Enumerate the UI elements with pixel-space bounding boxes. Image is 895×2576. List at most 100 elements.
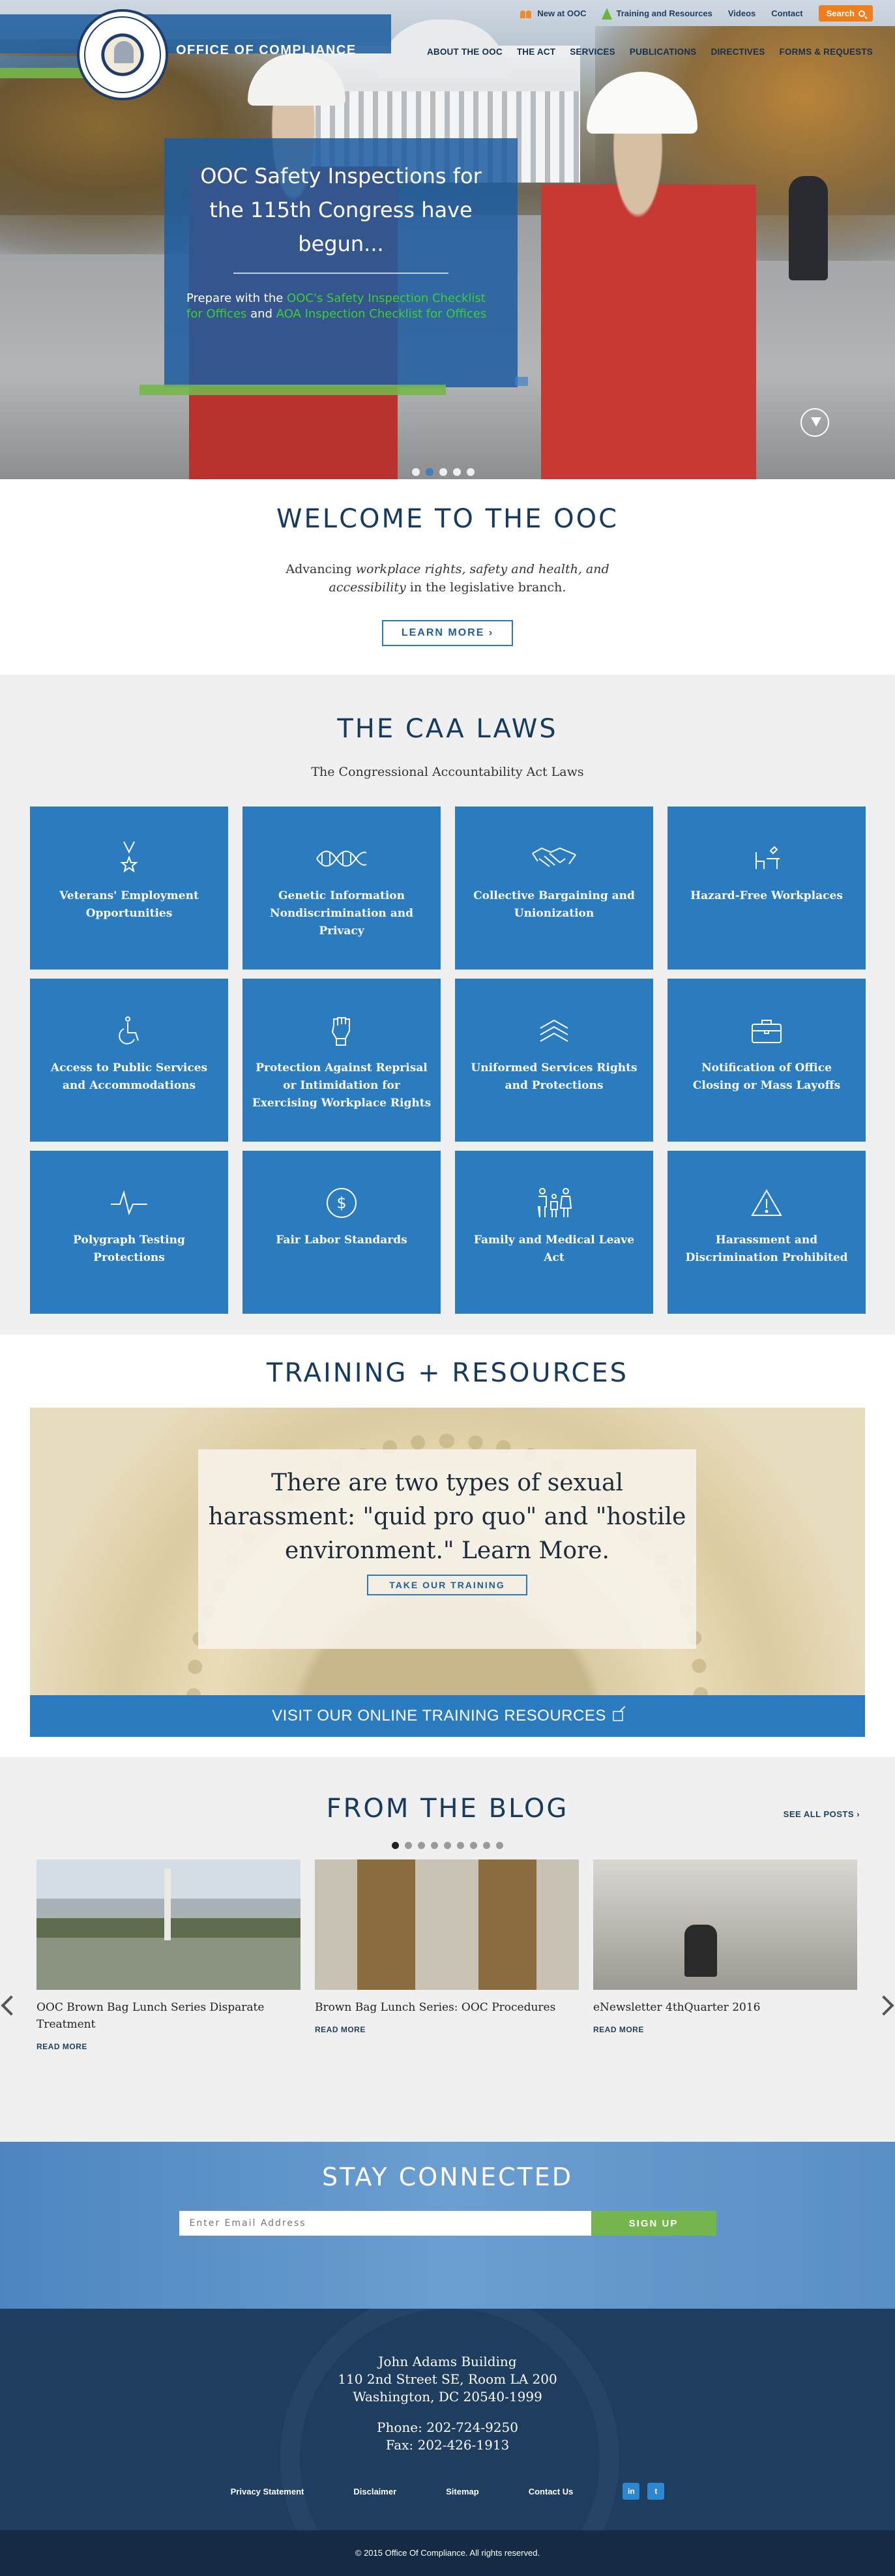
take-training-button[interactable]: TAKE OUR TRAINING: [367, 1575, 527, 1595]
search-icon: [858, 10, 865, 17]
utility-new-at-ooc[interactable]: New at OOC: [519, 8, 586, 18]
blog-carousel-dot[interactable]: [431, 1842, 438, 1849]
site-title[interactable]: OFFICE OF COMPLIANCE: [176, 43, 357, 58]
law-tile-fair-labor[interactable]: $ Fair Labor Standards: [242, 1151, 441, 1314]
nav-forms-requests[interactable]: FORMS & REQUESTS: [780, 47, 873, 57]
law-label: Protection Against Reprisal or Intimidat…: [252, 1061, 432, 1110]
post-thumbnail-mall[interactable]: [37, 1859, 301, 1990]
see-all-posts-link[interactable]: SEE ALL POSTS ›: [784, 1809, 860, 1819]
law-tile-polygraph[interactable]: Polygraph Testing Protections: [30, 1151, 228, 1314]
law-tile-fmla[interactable]: Family and Medical Leave Act: [455, 1151, 653, 1314]
desk-chair-icon: [752, 840, 781, 877]
post-thumbnail-hallway[interactable]: [593, 1859, 857, 1990]
email-field[interactable]: [179, 2211, 591, 2236]
nav-publications[interactable]: PUBLICATIONS: [630, 47, 697, 57]
external-link-icon: [612, 1711, 623, 1721]
law-label: Veterans' Employment Opportunities: [59, 889, 199, 920]
welcome-title: WELCOME TO THE OOC: [276, 504, 619, 534]
slider-dots: [412, 468, 475, 476]
read-more-link[interactable]: READ MORE: [37, 2042, 301, 2051]
slider-dot[interactable]: [412, 468, 420, 476]
family-icon: [535, 1185, 574, 1221]
utility-contact[interactable]: Contact: [771, 8, 802, 18]
caa-laws-section: THE CAA LAWS The Congressional Accountab…: [0, 675, 895, 1335]
law-label: Fair Labor Standards: [276, 1234, 407, 1247]
welcome-tagline: Advancing workplace rights, safety and h…: [265, 560, 630, 597]
law-tile-genetic[interactable]: Genetic Information Nondiscrimination an…: [242, 807, 441, 970]
blog-posts: OOC Brown Bag Lunch Series Disparate Tre…: [37, 1859, 895, 2051]
social-links: in t: [623, 2483, 665, 2500]
law-tile-harassment[interactable]: Harassment and Discrimination Prohibited: [668, 1151, 866, 1314]
blog-section: FROM THE BLOG SEE ALL POSTS › OOC Brown …: [0, 1757, 895, 2142]
nav-services[interactable]: SERVICES: [570, 47, 615, 57]
hero-body: Prepare with the OOC's Safety Inspection…: [186, 291, 495, 322]
law-label: Notification of Office Closing or Mass L…: [692, 1061, 841, 1092]
tagline-text: Advancing: [286, 562, 356, 576]
blog-post: OOC Brown Bag Lunch Series Disparate Tre…: [37, 1859, 301, 2051]
wheelchair-icon: [116, 1013, 142, 1049]
hero-body-text: and: [246, 307, 276, 321]
training-section: TRAINING + RESOURCES There are two types…: [0, 1335, 895, 1757]
linkedin-icon[interactable]: in: [623, 2483, 640, 2500]
blog-carousel-dots: [0, 1842, 895, 1849]
nav-the-act[interactable]: THE ACT: [517, 47, 555, 57]
post-title[interactable]: eNewsletter 4thQuarter 2016: [593, 1999, 857, 2016]
post-title[interactable]: Brown Bag Lunch Series: OOC Procedures: [315, 1999, 579, 2016]
learn-more-button[interactable]: LEARN MORE ›: [381, 620, 514, 646]
raised-fist-icon: [329, 1013, 355, 1049]
law-tile-office-closing[interactable]: Notification of Office Closing or Mass L…: [668, 979, 866, 1142]
visit-label: VISIT OUR ONLINE TRAINING RESOURCES: [272, 1707, 606, 1725]
law-label: Harassment and Discrimination Prohibited: [685, 1234, 848, 1264]
slider-dot[interactable]: [426, 468, 433, 476]
utility-videos[interactable]: Videos: [728, 8, 756, 18]
see-all-label: SEE ALL POSTS: [783, 1809, 855, 1819]
visit-training-resources-link[interactable]: VISIT OUR ONLINE TRAINING RESOURCES: [30, 1695, 865, 1737]
hero-card-green-accent: [139, 385, 446, 395]
signup-button[interactable]: SIGN UP: [591, 2211, 716, 2236]
utility-label: Contact: [771, 8, 803, 18]
slider-dot[interactable]: [439, 468, 447, 476]
blog-carousel-dot[interactable]: [405, 1842, 412, 1849]
blog-post: eNewsletter 4thQuarter 2016 READ MORE: [593, 1859, 857, 2051]
post-title[interactable]: OOC Brown Bag Lunch Series Disparate Tre…: [37, 1999, 301, 2033]
law-tile-reprisal[interactable]: Protection Against Reprisal or Intimidat…: [242, 979, 441, 1142]
law-tile-collective-bargaining[interactable]: Collective Bargaining and Unionization: [455, 807, 653, 970]
training-card: There are two types of sexual harassment…: [198, 1449, 696, 1649]
warning-triangle-icon: [750, 1185, 783, 1221]
hero-divider: [233, 273, 448, 274]
slider-toggle-icon[interactable]: [800, 408, 829, 437]
law-tile-veterans[interactable]: Veterans' Employment Opportunities: [30, 807, 228, 970]
law-label: Family and Medical Leave Act: [473, 1234, 635, 1264]
search-label: Search: [826, 8, 855, 18]
dollar-circle-icon: $: [325, 1185, 358, 1221]
read-more-link[interactable]: READ MORE: [315, 2025, 579, 2034]
post-thumbnail-doors[interactable]: [315, 1859, 579, 1990]
law-tile-uniformed[interactable]: Uniformed Services Rights and Protection…: [455, 979, 653, 1142]
utility-training-resources[interactable]: Training and Resources: [602, 7, 712, 20]
twitter-icon[interactable]: t: [647, 2483, 665, 2500]
blog-title: FROM THE BLOG: [326, 1794, 569, 1824]
logo-seal[interactable]: [77, 9, 168, 100]
blog-carousel-dot[interactable]: [392, 1842, 399, 1849]
hero-link-aoa-checklist[interactable]: AOA Inspection Checklist for Offices: [276, 307, 487, 321]
law-tile-hazard-free[interactable]: Hazard-Free Workplaces: [668, 807, 866, 970]
blog-carousel-dot[interactable]: [418, 1842, 425, 1849]
blog-carousel-dot[interactable]: [444, 1842, 451, 1849]
blog-carousel-dot[interactable]: [496, 1842, 503, 1849]
slider-dot[interactable]: [467, 468, 475, 476]
law-tile-access-public[interactable]: Access to Public Services and Accommodat…: [30, 979, 228, 1142]
blog-carousel-dot[interactable]: [483, 1842, 490, 1849]
chevron-right-icon: ›: [488, 627, 494, 638]
read-more-link[interactable]: READ MORE: [593, 2025, 857, 2034]
blog-carousel-dot[interactable]: [457, 1842, 464, 1849]
tagline-text: in the legislative branch.: [405, 580, 566, 595]
nav-directives[interactable]: DIRECTIVES: [711, 47, 765, 57]
search-button[interactable]: Search: [818, 5, 873, 22]
main-nav: ABOUT THE OOC THE ACT SERVICES PUBLICATI…: [427, 47, 873, 57]
utility-nav: New at OOC Training and Resources Videos…: [519, 5, 873, 22]
blog-carousel-dot[interactable]: [470, 1842, 477, 1849]
carousel-prev-arrow-icon[interactable]: [1, 1995, 22, 2016]
slider-dot[interactable]: [453, 468, 461, 476]
law-label: Genetic Information Nondiscrimination an…: [270, 889, 413, 938]
nav-about[interactable]: ABOUT THE OOC: [427, 47, 503, 57]
